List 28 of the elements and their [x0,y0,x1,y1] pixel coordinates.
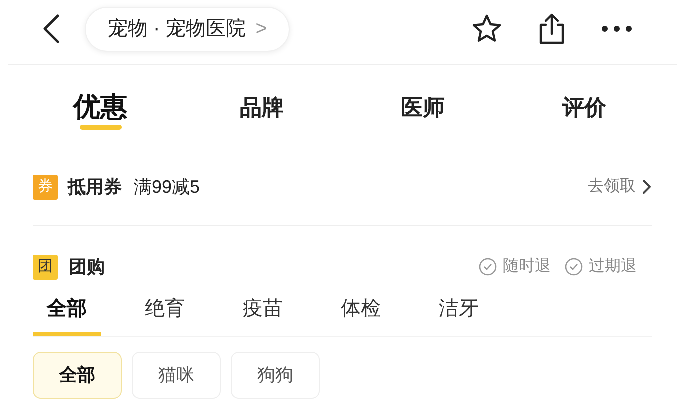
chevron-icon [642,179,652,195]
guarantee-label: 随时退 [503,256,551,277]
chevron-icon: > [256,14,268,44]
category-tab[interactable]: 绝育 [131,288,199,336]
section-tab[interactable]: 优惠 [20,86,182,128]
coupon-badge: 券 [33,174,58,200]
category-breadcrumb[interactable]: 宠物 · 宠物医院 > [85,6,290,52]
category-tab[interactable]: 洁牙 [425,288,493,336]
category-tab[interactable]: 体检 [327,288,395,336]
guarantee-label: 过期退 [589,256,637,277]
section-tab[interactable]: 品牌 [181,90,342,124]
share-icon[interactable] [537,12,567,46]
more-icon[interactable] [601,25,633,33]
section-tab[interactable]: 医师 [342,90,504,124]
coupon-title: 抵用券 [68,176,122,198]
group-buy-title: 团购 [69,256,105,278]
check-circle-icon [565,258,583,276]
filter-chip[interactable]: 猫咪 [132,352,221,399]
coupon-offer: 满99减5 [134,176,200,198]
category-tab[interactable]: 全部 [33,288,101,336]
filter-chip[interactable]: 狗狗 [231,352,320,399]
star-icon[interactable] [471,13,503,45]
category-tab[interactable]: 疫苗 [229,288,297,336]
check-circle-icon [479,258,497,276]
section-tab[interactable]: 评价 [504,90,665,124]
group-buy-badge: 团 [33,254,58,280]
filter-chip[interactable]: 全部 [33,352,122,399]
claim-coupon-link[interactable]: 去领取 [588,175,652,199]
